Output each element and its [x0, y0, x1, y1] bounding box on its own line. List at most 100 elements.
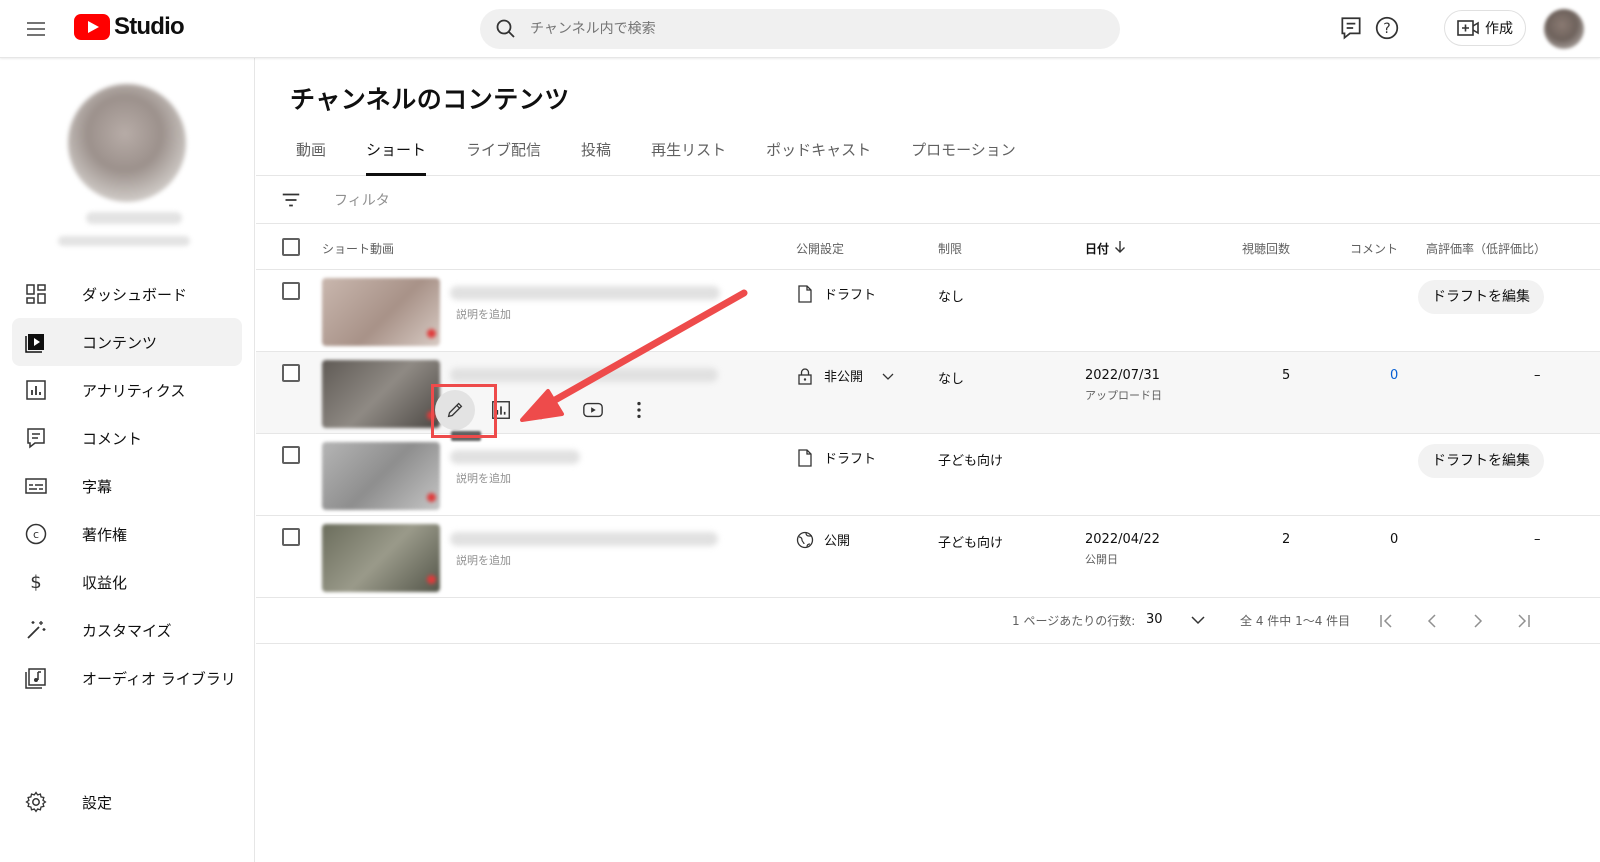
sort-arrow-down-icon[interactable] — [1114, 240, 1126, 254]
previous-page-icon[interactable] — [1420, 609, 1444, 633]
rows-per-page-value[interactable]: 30 — [1146, 612, 1163, 627]
top-bar: Studio ? 作成 — [0, 0, 1600, 58]
sidebar-item-subtitles[interactable]: 字幕 — [12, 462, 242, 510]
view-on-youtube-button[interactable] — [570, 390, 616, 430]
sidebar-item-monetization[interactable]: $ 収益化 — [12, 558, 242, 606]
video-thumbnail[interactable] — [322, 442, 440, 510]
visibility-dropdown[interactable]: 非公開 — [796, 366, 897, 385]
add-description-link[interactable]: 説明を追加 — [456, 470, 511, 486]
column-header-comments[interactable]: コメント — [1350, 240, 1398, 257]
comments-value: 0 — [1390, 532, 1399, 547]
video-thumbnail[interactable] — [322, 360, 440, 428]
sidebar-item-copyright[interactable]: c 著作権 — [12, 510, 242, 558]
subtitles-icon — [25, 478, 47, 494]
tab-shorts[interactable]: ショート — [346, 130, 446, 176]
search-icon[interactable] — [494, 17, 518, 41]
row-checkbox[interactable] — [282, 364, 300, 382]
channel-avatar[interactable] — [68, 84, 186, 202]
tooltip-stub — [451, 431, 481, 441]
menu-icon[interactable] — [24, 17, 48, 41]
views-value: 2 — [1282, 532, 1291, 547]
next-page-icon[interactable] — [1466, 609, 1490, 633]
table-header: ショート動画 公開設定 制限 日付 視聴回数 コメント 高評価率（低評価比） — [256, 224, 1600, 270]
more-options-button[interactable] — [616, 390, 662, 430]
edit-draft-button[interactable]: ドラフトを編集 — [1418, 280, 1544, 314]
tab-promotions[interactable]: プロモーション — [891, 130, 1036, 176]
select-all-checkbox[interactable] — [282, 238, 300, 256]
visibility-label: 非公開 — [824, 370, 864, 385]
video-title-blurred[interactable] — [450, 368, 718, 382]
video-thumbnail[interactable] — [322, 524, 440, 592]
video-title-blurred[interactable] — [450, 450, 580, 464]
search-bar[interactable] — [480, 9, 1120, 49]
help-icon[interactable]: ? — [1374, 15, 1400, 41]
table-row[interactable]: 説明を追加 ドラフト 子ども向け ドラフトを編集 — [256, 434, 1600, 516]
tab-live[interactable]: ライブ配信 — [446, 130, 561, 176]
column-header-ratio[interactable]: 高評価率（低評価比） — [1426, 240, 1546, 257]
analytics-button[interactable] — [478, 390, 524, 430]
comments-button[interactable] — [524, 390, 570, 430]
filter-icon[interactable] — [280, 189, 302, 211]
comments-link[interactable]: 0 — [1390, 368, 1398, 383]
restriction-value: なし — [938, 290, 965, 305]
youtube-studio-logo[interactable]: Studio — [74, 13, 185, 41]
sidebar-item-dashboard[interactable]: ダッシュボード — [12, 270, 242, 318]
dollar-icon: $ — [30, 572, 41, 593]
filter-input[interactable]: フィルタ — [334, 190, 390, 210]
video-thumbnail[interactable] — [322, 278, 440, 346]
edit-draft-button[interactable]: ドラフトを編集 — [1418, 444, 1544, 478]
sidebar-item-label: 収益化 — [82, 573, 128, 592]
row-checkbox[interactable] — [282, 282, 300, 300]
table-row[interactable]: 説明を追加 ドラフト なし ドラフトを編集 — [256, 270, 1600, 352]
pencil-icon — [447, 402, 463, 418]
page-range-text: 全 4 件中 1〜4 件目 — [1240, 614, 1351, 628]
row-checkbox[interactable] — [282, 446, 300, 464]
sidebar-item-customize[interactable]: カスタマイズ — [12, 606, 242, 654]
youtube-logo-icon — [74, 14, 110, 40]
tab-posts[interactable]: 投稿 — [561, 130, 631, 176]
row-action-bar — [432, 390, 662, 430]
add-description-link[interactable]: 説明を追加 — [456, 306, 511, 322]
date-value: 2022/07/31 — [1085, 368, 1160, 383]
page-title: チャンネルのコンテンツ — [290, 85, 570, 114]
chevron-down-icon[interactable] — [1188, 610, 1208, 630]
svg-text:c: c — [33, 528, 39, 541]
copyright-icon: c — [25, 523, 47, 545]
sidebar-item-settings[interactable]: 設定 — [12, 778, 242, 826]
sidebar-item-content[interactable]: コンテンツ — [12, 318, 242, 366]
magic-wand-icon — [27, 621, 46, 639]
column-header-restriction[interactable]: 制限 — [938, 240, 962, 257]
visibility-dropdown[interactable]: 公開 — [796, 530, 850, 549]
column-header-date[interactable]: 日付 — [1085, 240, 1109, 257]
sidebar-item-label: ダッシュボード — [82, 285, 188, 304]
views-value: 5 — [1282, 368, 1291, 383]
tab-videos[interactable]: 動画 — [276, 130, 346, 176]
svg-text:$: $ — [30, 572, 41, 593]
feedback-icon[interactable] — [1338, 15, 1364, 41]
sidebar-item-analytics[interactable]: アナリティクス — [12, 366, 242, 414]
sidebar-item-label: アナリティクス — [82, 381, 186, 400]
sidebar-item-label: カスタマイズ — [82, 621, 172, 640]
tab-podcasts[interactable]: ポッドキャスト — [746, 130, 891, 176]
row-checkbox[interactable] — [282, 528, 300, 546]
content-icon — [25, 334, 44, 353]
last-page-icon[interactable] — [1512, 609, 1536, 633]
video-title-blurred[interactable] — [450, 286, 720, 300]
edit-details-button[interactable] — [432, 390, 478, 430]
video-title-blurred[interactable] — [450, 532, 718, 546]
create-button[interactable]: 作成 — [1444, 10, 1526, 46]
account-avatar[interactable] — [1544, 9, 1584, 49]
search-input[interactable] — [530, 21, 1090, 37]
date-type-label: 公開日 — [1085, 553, 1118, 566]
first-page-icon[interactable] — [1374, 609, 1398, 633]
table-row[interactable]: 非公開 なし 2022/07/31 アップロード日 5 0 – — [256, 352, 1600, 434]
column-header-date-label: 日付 — [1085, 242, 1110, 256]
add-description-link[interactable]: 説明を追加 — [456, 552, 511, 568]
column-header-visibility[interactable]: 公開設定 — [796, 240, 844, 257]
sidebar-item-audio-library[interactable]: オーディオ ライブラリ — [12, 654, 242, 702]
tab-playlists[interactable]: 再生リスト — [631, 130, 746, 176]
table-row[interactable]: 説明を追加 公開 子ども向け 2022/04/22 公開日 2 0 – — [256, 516, 1600, 598]
column-header-views[interactable]: 視聴回数 — [1242, 240, 1290, 257]
restriction-value: なし — [938, 372, 965, 387]
sidebar-item-comments[interactable]: コメント — [12, 414, 242, 462]
